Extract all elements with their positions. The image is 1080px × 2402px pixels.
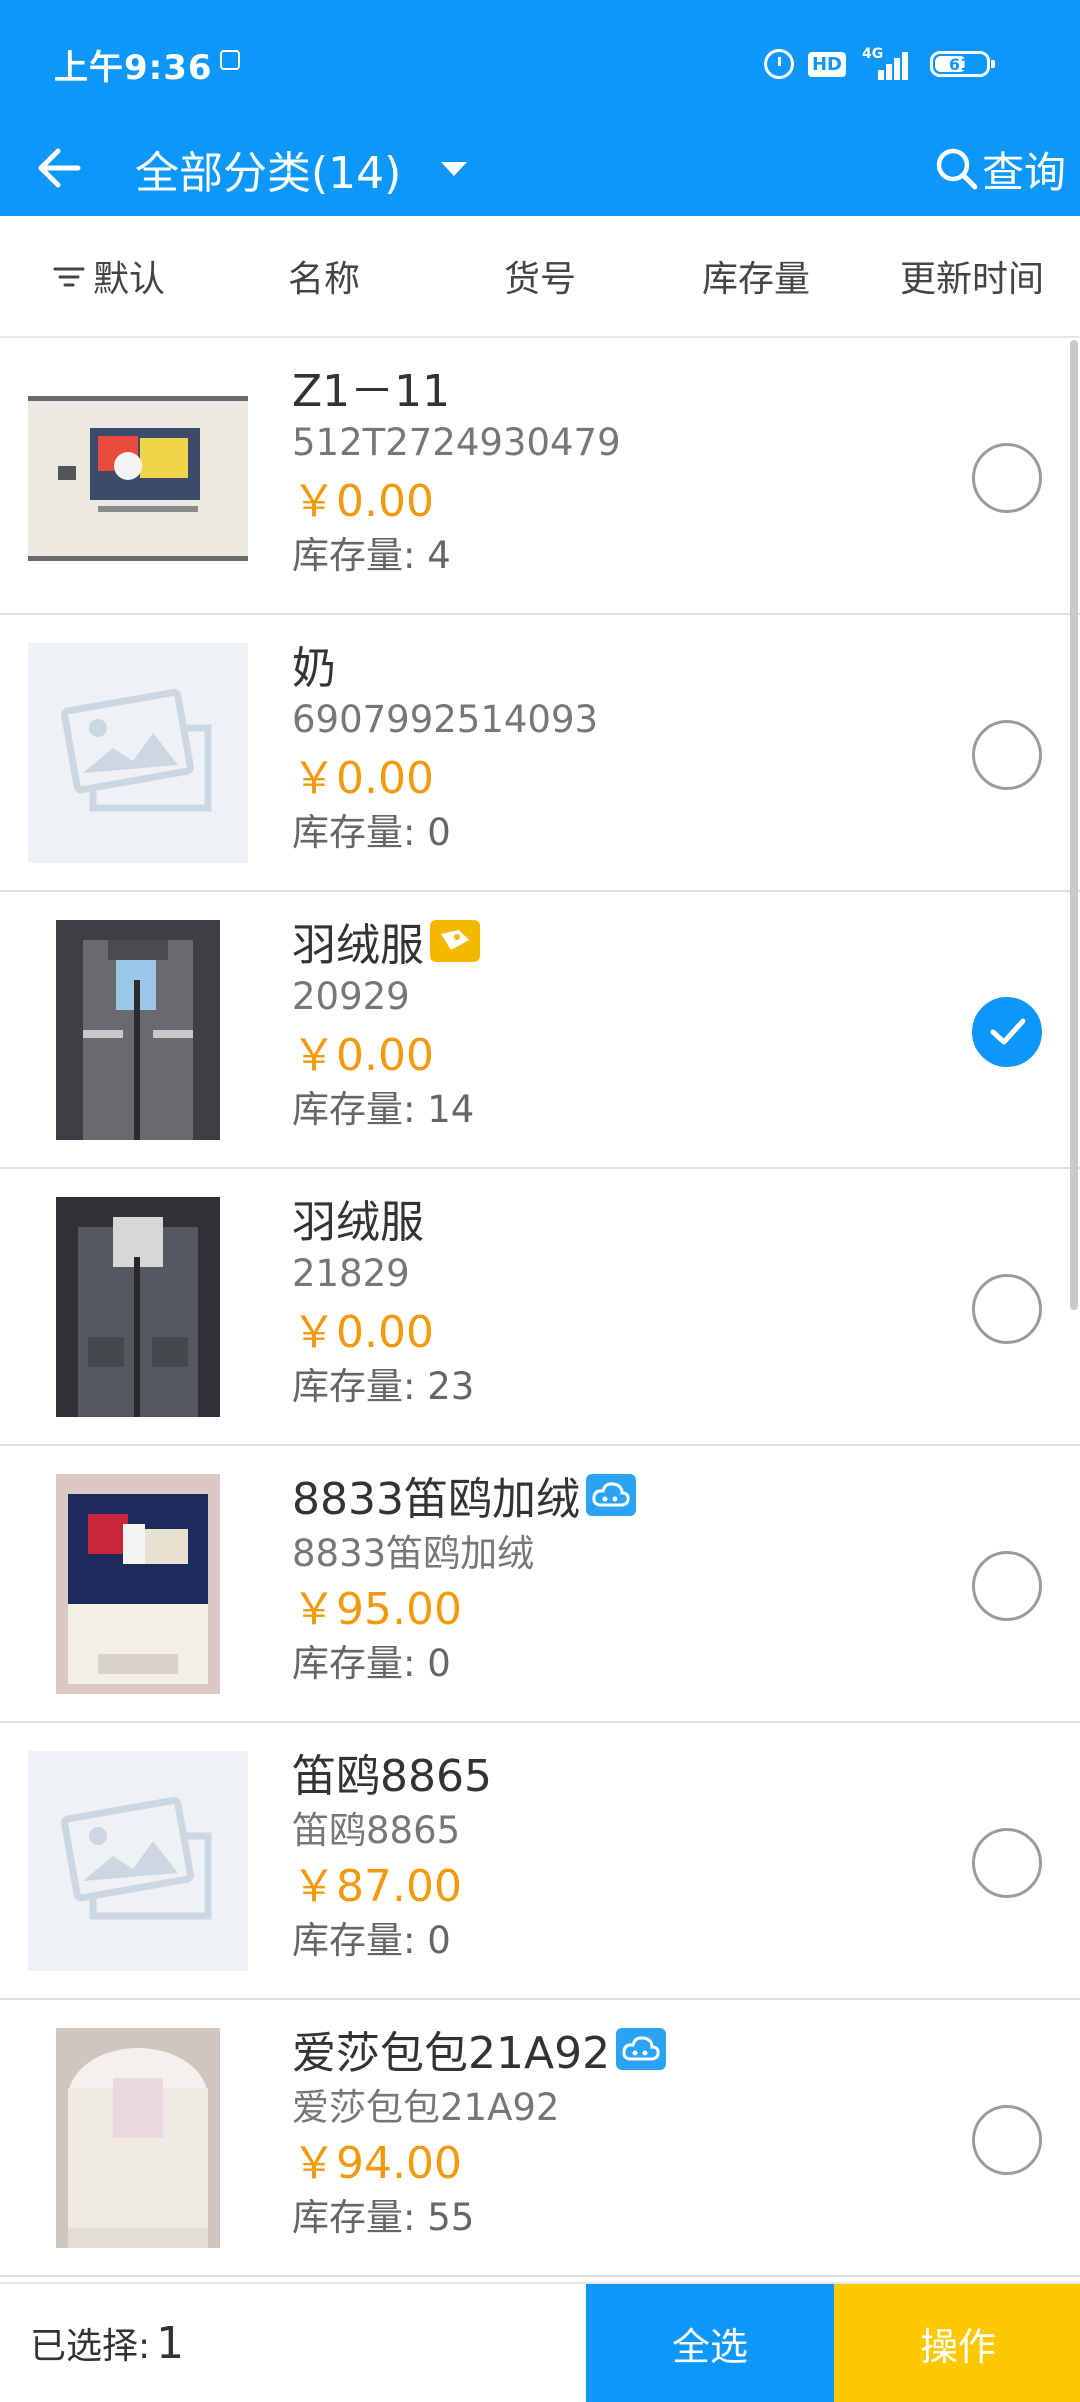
select-checkbox[interactable] [972, 443, 1042, 513]
selected-count: 1 [156, 2317, 185, 2369]
product-row[interactable]: 爱莎包包21A92 爱莎包包21A92 ￥94.00 库存量: 55 [0, 2000, 1080, 2277]
select-checkbox[interactable] [972, 1274, 1042, 1344]
product-price: ￥87.00 [292, 1861, 462, 1912]
hd-icon: HD [807, 51, 846, 77]
network-type: 4G [862, 46, 884, 62]
product-price: ￥95.00 [292, 1584, 462, 1635]
product-list[interactable]: Z1－11 512T2724930479 ￥0.00 库存量: 4 奶 6907… [0, 338, 1080, 2280]
product-info: 8833笛鸥加绒 8833笛鸥加绒 ￥95.00 库存量: 0 [292, 1466, 636, 1686]
select-checkbox[interactable] [972, 1828, 1042, 1898]
select-checkbox[interactable] [972, 720, 1042, 790]
checkmark-icon [990, 1018, 1026, 1045]
search-button[interactable]: 查询 [934, 132, 1066, 206]
product-image [28, 2028, 248, 2248]
product-code: 20929 [292, 974, 410, 1018]
product-name: 8833笛鸥加绒 [292, 1474, 580, 1525]
product-stock: 库存量: 4 [292, 534, 451, 577]
product-price: ￥0.00 [292, 1030, 434, 1081]
product-row[interactable]: 奶 6907992514093 ￥0.00 库存量: 0 [0, 615, 1080, 892]
product-name: 笛鸥8865 [292, 1751, 492, 1802]
product-name: 爱莎包包21A92 [292, 2028, 611, 2079]
sort-name[interactable]: 名称 [216, 216, 432, 336]
product-info: Z1－11 512T2724930479 ￥0.00 库存量: 4 [292, 358, 621, 578]
product-code: 爱莎包包21A92 [292, 2086, 560, 2129]
product-row[interactable]: Z1－11 512T2724930479 ￥0.00 库存量: 4 [0, 338, 1080, 615]
product-name: 羽绒服 [292, 1197, 424, 1248]
product-code: 笛鸥8865 [292, 1809, 461, 1852]
product-price: ￥0.00 [292, 1307, 434, 1358]
product-image [28, 920, 248, 1140]
signal-icon: 4G [860, 46, 916, 82]
product-row[interactable]: 笛鸥8865 笛鸥8865 ￥87.00 库存量: 0 [0, 1723, 1080, 2000]
product-code: 21829 [292, 1251, 410, 1295]
product-price: ￥0.00 [292, 753, 434, 804]
product-code: 512T2724930479 [292, 420, 621, 464]
product-info: 笛鸥8865 笛鸥8865 ￥87.00 库存量: 0 [292, 1743, 492, 1963]
cloud-icon [585, 1474, 636, 1516]
product-stock: 库存量: 0 [292, 1642, 451, 1685]
status-icons: HD 4G 61 [763, 44, 995, 84]
status-time: 上午9:36 [54, 48, 213, 88]
product-info: 爱莎包包21A92 爱莎包包21A92 ￥94.00 库存量: 55 [292, 2020, 667, 2240]
product-info: 羽绒服 20929 ￥0.00 库存量: 14 [292, 912, 480, 1132]
search-label: 查询 [981, 147, 1066, 197]
scrollbar[interactable] [1070, 340, 1078, 1310]
sort-code[interactable]: 货号 [432, 216, 648, 336]
product-name: Z1－11 [292, 366, 451, 417]
select-checkbox[interactable] [972, 2105, 1042, 2175]
bottom-action-bar: 已选择: 1 全选 操作 [0, 2282, 1080, 2402]
status-bar: 上午9:36 HD 4G 61 [0, 0, 1080, 124]
product-price: ￥0.00 [292, 476, 434, 527]
battery-level: 61 [948, 54, 972, 74]
alarm-icon [763, 49, 794, 79]
placeholder-image-icon [28, 643, 248, 863]
placeholder-image-icon [28, 1751, 248, 1971]
product-stock: 库存量: 55 [292, 2196, 475, 2239]
cloud-icon [616, 2028, 667, 2070]
product-row[interactable]: 羽绒服 21829 ￥0.00 库存量: 23 [0, 1169, 1080, 1446]
selected-summary: 已选择: 1 [30, 2284, 184, 2402]
selected-label: 已选择: [30, 2326, 151, 2367]
search-icon [936, 148, 978, 190]
operate-button[interactable]: 操作 [834, 2284, 1080, 2402]
back-arrow-icon[interactable] [30, 138, 90, 198]
product-name-row: 8833笛鸥加绒 [292, 1466, 636, 1525]
sort-update-time[interactable]: 更新时间 [864, 216, 1080, 336]
sort-stock[interactable]: 库存量 [648, 216, 864, 336]
product-name: 羽绒服 [292, 920, 424, 971]
product-code: 8833笛鸥加绒 [292, 1532, 535, 1575]
tag-icon [430, 920, 480, 962]
product-image [28, 1474, 248, 1694]
product-code: 6907992514093 [292, 697, 599, 741]
product-stock: 库存量: 14 [292, 1088, 475, 1131]
product-stock: 库存量: 23 [292, 1365, 475, 1408]
filter-icon [53, 267, 85, 287]
category-dropdown[interactable]: 全部分类(14) [135, 134, 468, 204]
app-header: 全部分类(14) 查询 [0, 124, 1080, 216]
chevron-down-icon [441, 162, 468, 176]
product-price: ￥94.00 [292, 2138, 462, 2189]
page-title: 全部分类(14) [135, 148, 402, 199]
notification-icon [220, 50, 240, 70]
sort-default[interactable]: 默认 [0, 216, 216, 336]
battery-icon: 61 [930, 51, 995, 77]
product-stock: 库存量: 0 [292, 1919, 451, 1962]
product-name: 奶 [292, 643, 336, 694]
product-name-row: 爱莎包包21A92 [292, 2020, 667, 2079]
sort-default-label: 默认 [92, 259, 165, 300]
product-stock: 库存量: 0 [292, 811, 451, 854]
select-checkbox-checked[interactable] [972, 997, 1042, 1067]
select-all-button[interactable]: 全选 [586, 2284, 834, 2402]
product-image [28, 1197, 248, 1417]
product-row[interactable]: 8833笛鸥加绒 8833笛鸥加绒 ￥95.00 库存量: 0 [0, 1446, 1080, 1723]
product-name-row: 羽绒服 [292, 912, 480, 971]
product-info: 羽绒服 21829 ￥0.00 库存量: 23 [292, 1189, 474, 1409]
sort-bar: 默认 名称 货号 库存量 更新时间 [0, 216, 1080, 338]
product-row[interactable]: 羽绒服 20929 ￥0.00 库存量: 14 [0, 892, 1080, 1169]
product-info: 奶 6907992514093 ￥0.00 库存量: 0 [292, 635, 598, 855]
select-checkbox[interactable] [972, 1551, 1042, 1621]
product-image [28, 366, 248, 586]
